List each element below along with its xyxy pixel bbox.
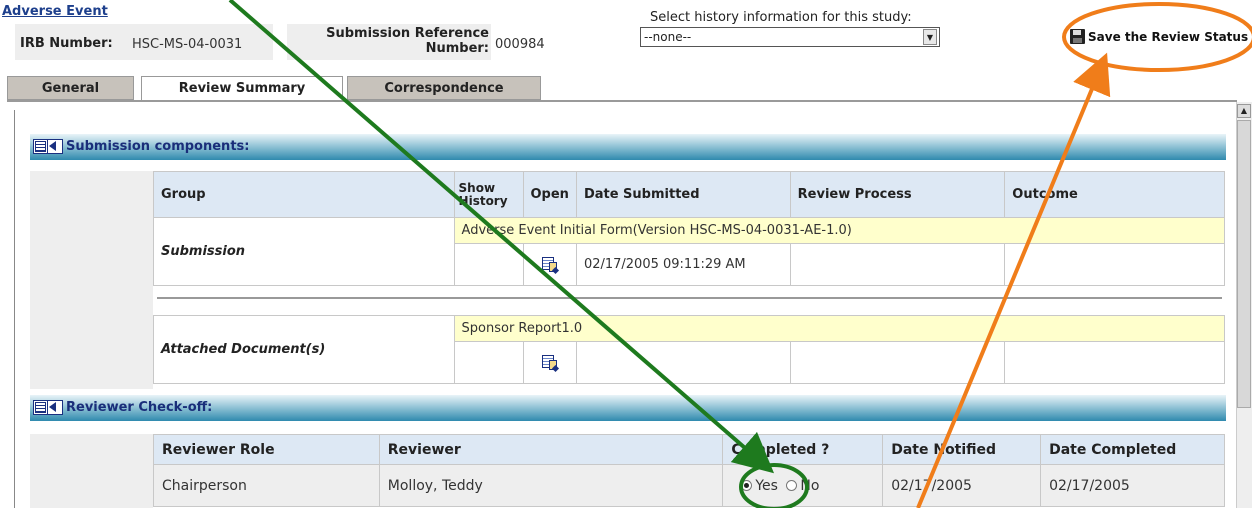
section-collapse-icon[interactable] bbox=[33, 139, 63, 154]
history-select[interactable]: --none-- ▼ bbox=[640, 27, 940, 47]
submission-left-gutter bbox=[30, 171, 153, 389]
submission-reference-label-line1: Submission Reference bbox=[326, 26, 489, 41]
completed-yes-label: Yes bbox=[755, 477, 778, 494]
scroll-up-icon[interactable]: ▲ bbox=[1237, 104, 1251, 118]
completed-no-label: No bbox=[800, 477, 820, 494]
date-notified-cell: 02/17/2005 bbox=[882, 464, 1042, 507]
reviewer-checkoff-title: Reviewer Check-off: bbox=[66, 400, 213, 415]
col-header-date-submitted: Date Submitted bbox=[575, 171, 791, 218]
open-document-icon[interactable] bbox=[541, 354, 559, 372]
completed-no-option[interactable]: No bbox=[786, 478, 819, 494]
floppy-disk-icon bbox=[1070, 29, 1085, 44]
submission-reference-label-line2: Number: bbox=[425, 41, 489, 56]
separator-cell bbox=[153, 285, 1225, 316]
dropdown-arrow-icon[interactable]: ▼ bbox=[923, 29, 937, 45]
date-submitted-cell: 02/17/2005 09:11:29 AM bbox=[575, 243, 791, 286]
outcome-cell bbox=[1004, 341, 1225, 384]
table-row: Submission Adverse Event Initial Form(Ve… bbox=[153, 217, 1226, 286]
col-header-show-history: Show History bbox=[453, 171, 524, 218]
submission-reference-value: 000984 bbox=[495, 37, 545, 52]
submission-components-table: Group Show History Open Date Submitted R… bbox=[153, 171, 1226, 384]
table-header-row: Group Show History Open Date Submitted R… bbox=[153, 171, 1225, 218]
scroll-thumb[interactable] bbox=[1237, 120, 1251, 408]
save-review-status-label: Save the Review Status bbox=[1088, 29, 1249, 44]
tab-review-summary[interactable]: Review Summary bbox=[141, 76, 343, 102]
reviewer-name-cell: Molloy, Teddy bbox=[378, 464, 724, 507]
history-select-label: Select history information for this stud… bbox=[650, 10, 912, 25]
section-collapse-icon[interactable] bbox=[33, 400, 63, 415]
completed-no-radio[interactable] bbox=[786, 480, 798, 491]
review-process-cell bbox=[789, 341, 1006, 384]
col-header-open: Open bbox=[522, 171, 577, 218]
open-document-icon[interactable] bbox=[541, 256, 559, 274]
col-header-reviewer-role: Reviewer Role bbox=[153, 434, 380, 465]
col-header-date-completed: Date Completed bbox=[1040, 434, 1225, 465]
content-border bbox=[14, 110, 15, 508]
table-row: Attached Document(s) Sponsor Report1.0 bbox=[153, 315, 1226, 384]
reviewer-checkoff-table: Reviewer Role Reviewer Completed ? Date … bbox=[153, 434, 1225, 507]
col-header-outcome: Outcome bbox=[1004, 171, 1225, 218]
attached-document-link[interactable]: Sponsor Report1.0 bbox=[453, 315, 1226, 342]
group-submission: Submission bbox=[153, 217, 455, 286]
reviewer-left-gutter bbox=[30, 434, 153, 508]
open-cell bbox=[522, 243, 577, 286]
save-review-status-button[interactable]: Save the Review Status bbox=[1070, 29, 1248, 44]
reviewer-role-cell: Chairperson bbox=[153, 464, 380, 507]
tab-correspondence[interactable]: Correspondence bbox=[347, 76, 541, 100]
col-header-date-notified: Date Notified bbox=[882, 434, 1042, 465]
col-header-review-process: Review Process bbox=[789, 171, 1006, 218]
page-title[interactable]: Adverse Event bbox=[2, 4, 108, 19]
submission-components-title: Submission components: bbox=[66, 139, 250, 154]
irb-number-value: HSC-MS-04-0031 bbox=[132, 37, 243, 52]
group-attached-documents: Attached Document(s) bbox=[153, 315, 455, 384]
col-header-reviewer: Reviewer bbox=[378, 434, 724, 465]
tab-divider bbox=[7, 100, 1237, 102]
date-submitted-cell bbox=[575, 341, 791, 384]
date-completed-cell: 02/17/2005 bbox=[1040, 464, 1225, 507]
submission-item-link[interactable]: Adverse Event Initial Form(Version HSC-M… bbox=[453, 217, 1226, 244]
separator-row bbox=[153, 285, 1225, 316]
open-cell bbox=[522, 341, 577, 384]
separator-line bbox=[156, 297, 1222, 299]
table-header-row: Reviewer Role Reviewer Completed ? Date … bbox=[153, 434, 1225, 465]
outcome-cell bbox=[1004, 243, 1225, 286]
table-row: Chairperson Molloy, Teddy Yes No 02/17/2… bbox=[153, 464, 1225, 507]
review-process-cell bbox=[789, 243, 1006, 286]
show-history-cell bbox=[453, 341, 524, 384]
show-history-cell bbox=[453, 243, 524, 286]
col-header-completed: Completed ? bbox=[722, 434, 884, 465]
completed-yes-radio[interactable] bbox=[741, 480, 753, 491]
col-header-group: Group bbox=[153, 171, 455, 218]
completed-yes-option[interactable]: Yes bbox=[741, 478, 778, 494]
tab-general[interactable]: General bbox=[7, 76, 134, 100]
show-history-line1: Show bbox=[458, 180, 496, 195]
submission-reference-label: Submission Reference Number: bbox=[289, 26, 489, 56]
completed-cell: Yes No bbox=[722, 464, 884, 507]
show-history-line2: History bbox=[458, 193, 508, 208]
history-select-value: --none-- bbox=[644, 30, 692, 44]
irb-number-label: IRB Number: bbox=[20, 36, 113, 51]
